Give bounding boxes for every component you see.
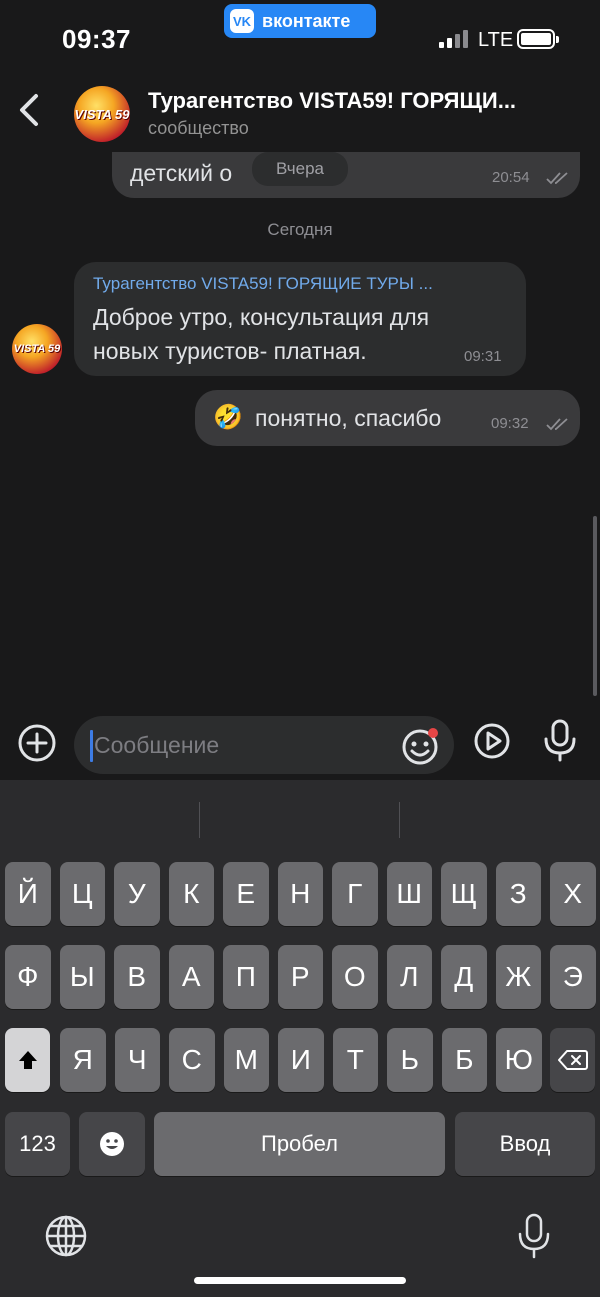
date-separator: Сегодня: [267, 220, 333, 239]
smiley-sticker-icon: [402, 728, 438, 765]
shift-key[interactable]: [5, 1028, 50, 1092]
network-type: LTE: [478, 29, 514, 51]
play-circle-icon: [474, 723, 510, 759]
backspace-icon: [557, 1050, 588, 1070]
key[interactable]: Я: [60, 1028, 106, 1092]
microphone-icon: [518, 1213, 550, 1259]
double-check-icon: [546, 172, 568, 185]
key[interactable]: С: [169, 1028, 215, 1092]
prediction-divider: [199, 802, 200, 838]
message-list[interactable]: детский о 20:54 Вчера Сегодня VISTA 59 Т…: [0, 152, 600, 712]
vk-badge-label: вконтакте: [262, 10, 351, 31]
message-bubble-outgoing[interactable]: 🤣 понятно, спасибо 09:32: [195, 390, 580, 446]
message-text-line-1: Доброе утро, консультация для: [93, 304, 430, 330]
shift-arrow-icon: [18, 1051, 37, 1069]
globe-icon: [45, 1215, 87, 1257]
chat-title[interactable]: Турагентство VISTA59! ГОРЯЩИ...: [148, 88, 578, 114]
key[interactable]: Й: [5, 862, 51, 926]
sender-avatar[interactable]: VISTA 59: [12, 324, 62, 374]
microphone-icon: [544, 719, 576, 762]
key[interactable]: Ь: [387, 1028, 433, 1092]
community-avatar[interactable]: VISTA 59: [74, 86, 130, 142]
key[interactable]: Ф: [5, 945, 51, 1009]
message-input-placeholder: Сообщение: [94, 732, 220, 758]
vk-logo-icon: VK: [230, 9, 254, 33]
key[interactable]: Г: [332, 862, 378, 926]
key[interactable]: Т: [332, 1028, 378, 1092]
status-time: 09:37: [62, 24, 131, 54]
chat-header: VISTA 59 Турагентство VISTA59! ГОРЯЩИ...…: [0, 80, 600, 152]
sender-name[interactable]: Турагентство VISTA59! ГОРЯЩИЕ ТУРЫ ...: [93, 274, 513, 294]
text-caret: [90, 730, 93, 762]
key[interactable]: К: [168, 862, 214, 926]
back-button[interactable]: [14, 90, 44, 130]
key[interactable]: Ы: [59, 945, 105, 1009]
key[interactable]: Ж: [495, 945, 541, 1009]
message-text: детский о: [130, 160, 233, 186]
message-text-line-2: новых туристов- платная.: [93, 338, 367, 364]
key[interactable]: П: [223, 945, 269, 1009]
composer: Сообщение: [0, 712, 600, 780]
battery-icon: [517, 29, 559, 49]
key[interactable]: З: [495, 862, 541, 926]
key[interactable]: В: [114, 945, 160, 1009]
key[interactable]: Щ: [441, 862, 487, 926]
key[interactable]: Р: [277, 945, 323, 1009]
signal-icon: [439, 30, 468, 48]
status-bar: 09:37 VK вконтакте LTE: [0, 0, 600, 80]
key[interactable]: Д: [441, 945, 487, 1009]
key[interactable]: М: [223, 1028, 269, 1092]
globe-language-button[interactable]: [44, 1214, 88, 1263]
message-emoji: 🤣: [213, 404, 243, 431]
video-message-button[interactable]: [471, 720, 513, 767]
keyboard: ЙЦУКЕНГШЩЗХ ФЫВАПРОЛДЖЭ ЯЧСМИТЬБЮ 123 Пр…: [0, 780, 600, 1297]
message-input[interactable]: Сообщение: [74, 716, 454, 774]
message-time: 09:32: [491, 415, 529, 432]
emoji-key[interactable]: [79, 1112, 145, 1176]
message-time: 09:31: [464, 348, 502, 365]
emoji-face-icon: [100, 1132, 124, 1156]
key[interactable]: Ч: [114, 1028, 160, 1092]
sticker-button[interactable]: [400, 725, 442, 772]
key[interactable]: О: [332, 945, 378, 1009]
key[interactable]: Ц: [59, 862, 105, 926]
chevron-left-icon: [20, 94, 38, 126]
key[interactable]: И: [278, 1028, 324, 1092]
key[interactable]: Ю: [496, 1028, 542, 1092]
scrollbar[interactable]: [593, 516, 597, 696]
key[interactable]: Ш: [386, 862, 432, 926]
avatar-logo-text: VISTA 59: [13, 343, 61, 355]
key[interactable]: У: [114, 862, 160, 926]
sticky-date-pill: Вчера: [252, 152, 348, 186]
backspace-key[interactable]: [550, 1028, 595, 1092]
numbers-key[interactable]: 123: [5, 1112, 70, 1176]
dictation-button[interactable]: [514, 1212, 554, 1265]
key[interactable]: Э: [550, 945, 596, 1009]
attach-button[interactable]: [16, 722, 58, 769]
vk-app-badge[interactable]: VK вконтакте: [224, 4, 376, 38]
prediction-divider: [399, 802, 400, 838]
key[interactable]: Б: [441, 1028, 487, 1092]
message-text: понятно, спасибо: [255, 405, 442, 431]
message-bubble-incoming[interactable]: Турагентство VISTA59! ГОРЯЩИЕ ТУРЫ ... Д…: [74, 262, 526, 376]
return-key[interactable]: Ввод: [455, 1112, 595, 1176]
voice-message-button[interactable]: [540, 718, 580, 769]
key[interactable]: Н: [277, 862, 323, 926]
key[interactable]: А: [168, 945, 214, 1009]
avatar-logo-text: VISTA 59: [74, 106, 130, 122]
key[interactable]: Х: [550, 862, 596, 926]
key[interactable]: Л: [386, 945, 432, 1009]
plus-circle-icon: [18, 724, 56, 762]
chat-subtitle: сообщество: [148, 118, 249, 138]
message-time: 20:54: [492, 169, 530, 186]
key[interactable]: Е: [223, 862, 269, 926]
space-key[interactable]: Пробел: [154, 1112, 445, 1176]
double-check-icon: [546, 418, 568, 431]
home-indicator[interactable]: [194, 1277, 406, 1284]
